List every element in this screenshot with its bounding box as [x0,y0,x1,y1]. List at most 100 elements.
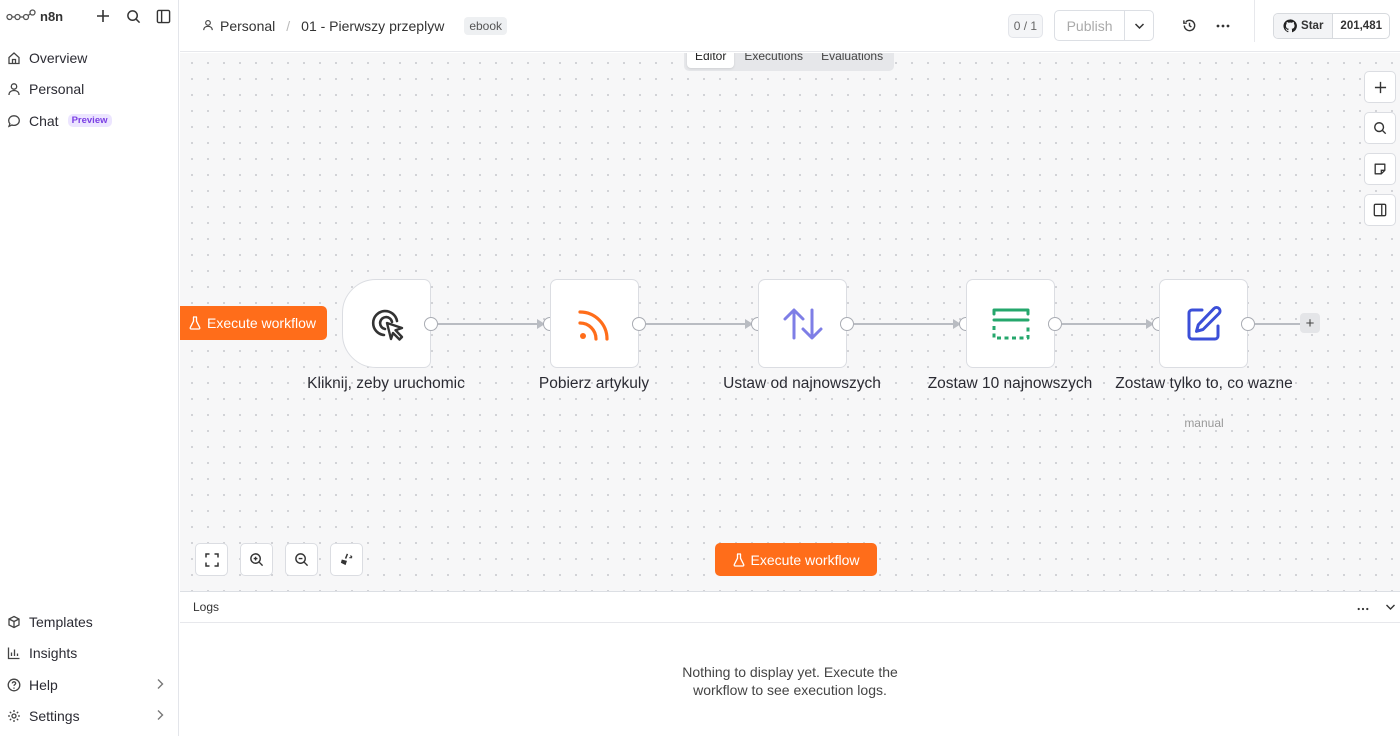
logo[interactable]: n8n [6,9,63,24]
node-label: Ustaw od najnowszych [723,375,881,392]
search-nodes-button[interactable] [1364,112,1396,144]
sidebar-item-insights[interactable]: Insights [0,638,178,670]
chevron-right-icon [156,677,164,693]
plus-icon[interactable] [94,7,112,25]
node-label: Zostaw tylko to, co wazne [1115,375,1293,392]
tidy-up-button[interactable] [330,543,363,576]
zoom-in-button[interactable] [240,543,273,576]
logs-empty-message: Nothing to display yet. Execute the work… [180,663,1400,699]
preview-badge: Preview [67,114,112,128]
connection-line[interactable] [1062,323,1153,325]
execute-workflow-button[interactable]: Execute workflow [715,543,877,576]
sidebar-header: n8n [0,0,178,32]
fit-view-button[interactable] [195,543,228,576]
sidebar-item-label: Settings [29,708,80,725]
execute-workflow-label: Execute workflow [750,551,860,568]
home-icon [6,50,21,65]
node-sort[interactable] [758,279,847,368]
chevron-down-icon [1134,22,1144,29]
connection-line[interactable] [438,323,542,325]
node-output-port[interactable] [424,316,438,331]
plus-icon [1374,81,1386,93]
chevron-down-icon [1386,604,1395,610]
fit-view-icon [204,552,219,567]
sidebar-item-settings[interactable]: Settings [0,701,178,733]
connection-line[interactable] [1255,323,1300,325]
execute-workflow-label: Execute workflow [207,315,316,331]
search-icon [1374,122,1387,135]
history-button[interactable] [1172,18,1206,33]
more-horizontal-icon [1216,24,1230,27]
sidebar: n8n Overview Personal Chat Preview Templ… [0,0,179,736]
top-header: Personal / 01 - Pierwszy przeplyw ebook … [180,0,1400,52]
node-output-port[interactable] [632,316,646,331]
publish-button[interactable]: Publish [1055,11,1126,40]
sidebar-item-overview[interactable]: Overview [0,42,178,74]
flask-icon [733,552,745,567]
node-label: Zostaw 10 najnowszych [927,375,1093,392]
logs-more-button[interactable] [1357,600,1369,614]
canvas-zoom-toolbar [195,543,363,576]
active-counter: 0 / 1 [1007,13,1044,38]
panel-right-icon [1373,203,1387,217]
user-icon [6,82,21,97]
node-limit[interactable] [966,279,1055,368]
broom-icon [340,553,353,566]
chat-icon [6,113,21,128]
breadcrumb: Personal / 01 - Pierwszy przeplyw ebook [202,17,508,35]
logs-collapse-button[interactable] [1385,600,1396,614]
tab-evaluations[interactable]: Evaluations [813,53,891,68]
github-star-count[interactable]: 201,481 [1333,14,1389,38]
more-horizontal-icon [1357,607,1369,611]
header-divider [1254,0,1256,42]
sidebar-toggle-icon[interactable] [154,7,172,25]
sticky-note-icon [1374,163,1386,175]
toggle-panel-button[interactable] [1364,194,1396,226]
add-node-panel-button[interactable] [1364,71,1396,103]
sidebar-item-personal[interactable]: Personal [0,74,178,106]
box-icon [6,614,21,629]
node-output-port[interactable] [1048,316,1062,331]
sidebar-item-label: Overview [29,49,88,66]
breadcrumb-project[interactable]: Personal [220,18,275,34]
sidebar-item-label: Templates [29,613,93,630]
github-star-button[interactable]: Star [1274,13,1334,38]
logs-header[interactable]: Logs [180,592,1400,623]
logs-title: Logs [193,600,220,614]
search-icon[interactable] [124,7,142,25]
sidebar-item-templates[interactable]: Templates [0,606,178,638]
zoom-out-button[interactable] [285,543,318,576]
canvas-right-toolbar [1364,71,1396,226]
connection-line[interactable] [854,323,958,325]
sidebar-item-label: Insights [29,645,78,662]
sidebar-item-help[interactable]: Help [0,669,178,701]
add-node-button[interactable]: + [1300,313,1320,333]
sticky-note-button[interactable] [1364,153,1396,185]
tab-editor[interactable]: Editor [687,53,735,68]
sidebar-item-chat[interactable]: Chat Preview [0,105,178,137]
gear-icon [6,709,21,724]
sidebar-item-label: Help [29,676,58,693]
tab-executions[interactable]: Executions [736,53,811,68]
sort-arrows-icon [783,308,822,339]
node-output-port[interactable] [840,316,854,331]
github-star-widget[interactable]: Star 201,481 [1273,12,1390,39]
execute-workflow-trigger-button[interactable]: Execute workflow [180,306,327,340]
workflow-tag[interactable]: ebook [464,17,508,35]
connection-line[interactable] [646,323,750,325]
node-output-port[interactable] [1241,316,1255,331]
node-edit-fields[interactable] [1159,279,1248,368]
node-rss-read[interactable] [550,279,639,368]
publish-dropdown-button[interactable] [1125,11,1153,40]
sidebar-item-label: Chat [29,112,59,129]
node-manual-trigger[interactable] [342,279,431,368]
workflow-name[interactable]: 01 - Pierwszy przeplyw [301,18,444,34]
zoom-in-icon [250,553,264,567]
cursor-click-icon [371,309,403,341]
node-subtitle: manual [1184,416,1224,430]
edit-icon [1187,305,1222,340]
bar-chart-icon [6,646,21,661]
workflow-canvas[interactable]: Editor Executions Evaluations Execute wo… [180,53,1400,591]
more-options-button[interactable] [1206,24,1240,28]
node-label: Pobierz artykuly [538,375,650,392]
